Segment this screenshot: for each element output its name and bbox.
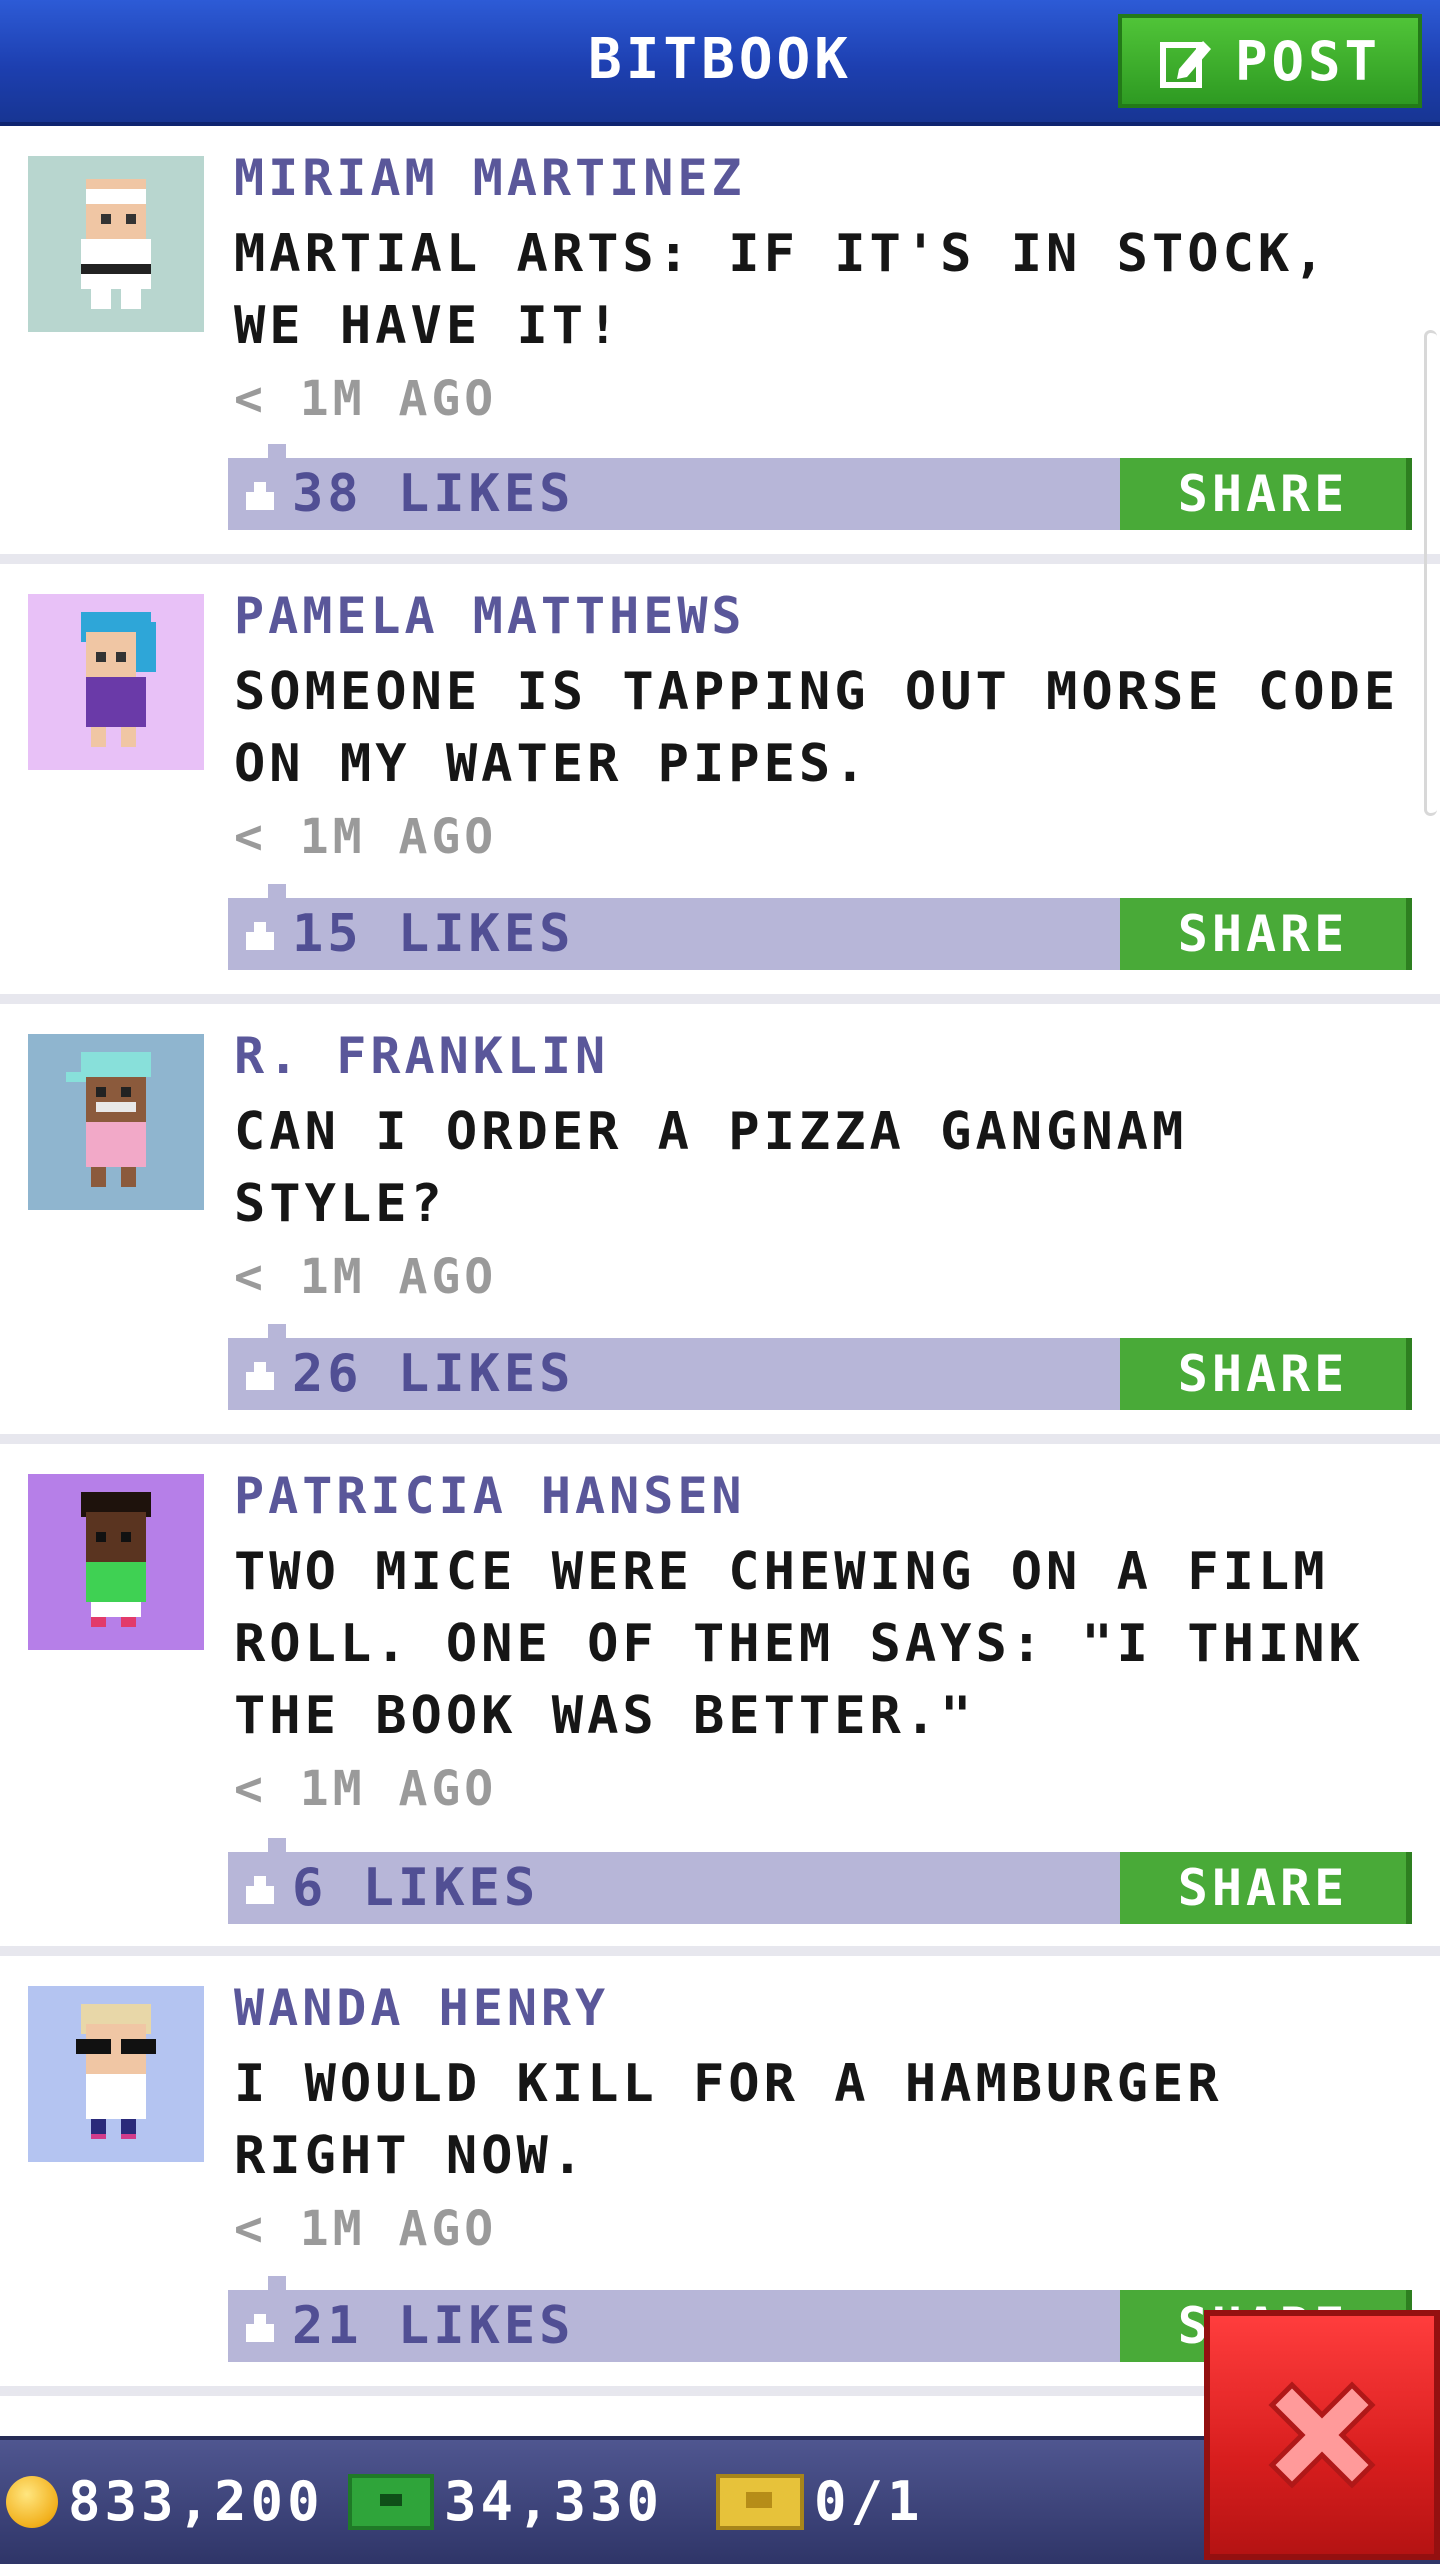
close-icon: [1268, 2381, 1376, 2489]
post-author[interactable]: PAMELA MATTHEWS: [234, 584, 1414, 648]
likes-bar: 26 LIKES SHARE: [228, 1338, 1412, 1410]
share-button[interactable]: SHARE: [1120, 1338, 1412, 1410]
avatar: [28, 156, 204, 332]
likes-count: 26 LIKES: [292, 1344, 575, 1404]
post-time: < 1M AGO: [234, 2201, 498, 2257]
avatar: [28, 594, 204, 770]
post-time: < 1M AGO: [234, 371, 498, 427]
avatar: [28, 1986, 204, 2162]
avatar: [28, 1474, 204, 1650]
post-message: TWO MICE WERE CHEWING ON A FILM ROLL. ON…: [234, 1542, 1364, 1746]
post-author[interactable]: PATRICIA HANSEN: [234, 1464, 1414, 1528]
likes-bubble-tip: [268, 444, 286, 458]
post-time: < 1M AGO: [234, 1249, 498, 1305]
feed-post: PAMELA MATTHEWS SOMEONE IS TAPPING OUT M…: [0, 564, 1440, 1004]
compose-icon: [1159, 41, 1211, 88]
coin-icon: [6, 2475, 58, 2528]
scrollbar[interactable]: [1424, 330, 1437, 816]
bux-value: 34,330: [444, 2470, 664, 2533]
coins-stat: 833,200: [6, 2470, 324, 2533]
post-author[interactable]: WANDA HENRY: [234, 1976, 1414, 2040]
post-button-label: POST: [1234, 29, 1382, 93]
post-time: < 1M AGO: [234, 1761, 498, 1817]
post-button[interactable]: POST: [1118, 14, 1422, 108]
thumbs-up-icon: [246, 1358, 274, 1390]
sunglasses-person-icon: [76, 2004, 156, 2139]
post-message: MARTIAL ARTS: IF IT'S IN STOCK, WE HAVE …: [234, 224, 1329, 356]
post-time: < 1M AGO: [234, 809, 498, 865]
thumbs-up-icon: [246, 918, 274, 950]
likes-count: 15 LIKES: [292, 904, 575, 964]
likes-bar: 6 LIKES SHARE: [228, 1852, 1412, 1924]
post-message: I WOULD KILL FOR A HAMBURGER RIGHT NOW.: [234, 2054, 1223, 2186]
bux-icon: [348, 2473, 434, 2530]
thumbs-up-icon: [246, 1872, 274, 1904]
bux-stat: 34,330: [348, 2470, 663, 2533]
post-message: SOMEONE IS TAPPING OUT MORSE CODE ON MY …: [234, 662, 1400, 794]
cap-person-icon: [66, 1052, 151, 1187]
app-header: BITBOOK POST: [0, 0, 1440, 126]
likes-bar: 38 LIKES SHARE: [228, 458, 1412, 530]
tickets-value: 0/1: [814, 2470, 924, 2533]
share-button[interactable]: SHARE: [1120, 1852, 1412, 1924]
likes-count: 21 LIKES: [292, 2296, 575, 2356]
green-shirt-person-icon: [81, 1492, 151, 1627]
post-author[interactable]: R. FRANKLIN: [234, 1024, 1414, 1088]
feed-post: R. FRANKLIN CAN I ORDER A PIZZA GANGNAM …: [0, 1004, 1440, 1444]
feed-post: MIRIAM MARTINEZ MARTIAL ARTS: IF IT'S IN…: [0, 126, 1440, 564]
avatar: [28, 1034, 204, 1210]
ticket-icon: [716, 2473, 804, 2530]
likes-count: 6 LIKES: [292, 1858, 540, 1918]
tickets-stat: 0/1: [716, 2470, 924, 2533]
post-message: CAN I ORDER A PIZZA GANGNAM STYLE?: [234, 1102, 1188, 1234]
share-button[interactable]: SHARE: [1120, 898, 1412, 970]
feed-post: PATRICIA HANSEN TWO MICE WERE CHEWING ON…: [0, 1444, 1440, 1956]
feed-list: MIRIAM MARTINEZ MARTIAL ARTS: IF IT'S IN…: [0, 126, 1440, 2456]
post-author[interactable]: MIRIAM MARTINEZ: [234, 146, 1414, 210]
thumbs-up-icon: [246, 478, 274, 510]
likes-bubble-tip: [268, 2276, 286, 2290]
share-button[interactable]: SHARE: [1120, 458, 1412, 530]
coins-value: 833,200: [68, 2470, 324, 2533]
karate-person-icon: [81, 179, 151, 309]
likes-bar: 15 LIKES SHARE: [228, 898, 1412, 970]
likes-bubble-tip: [268, 1324, 286, 1338]
close-button[interactable]: [1204, 2310, 1440, 2560]
likes-bubble-tip: [268, 884, 286, 898]
likes-count: 38 LIKES: [292, 464, 575, 524]
likes-bubble-tip: [268, 1838, 286, 1852]
blue-hair-person-icon: [81, 612, 156, 747]
thumbs-up-icon: [246, 2310, 274, 2342]
